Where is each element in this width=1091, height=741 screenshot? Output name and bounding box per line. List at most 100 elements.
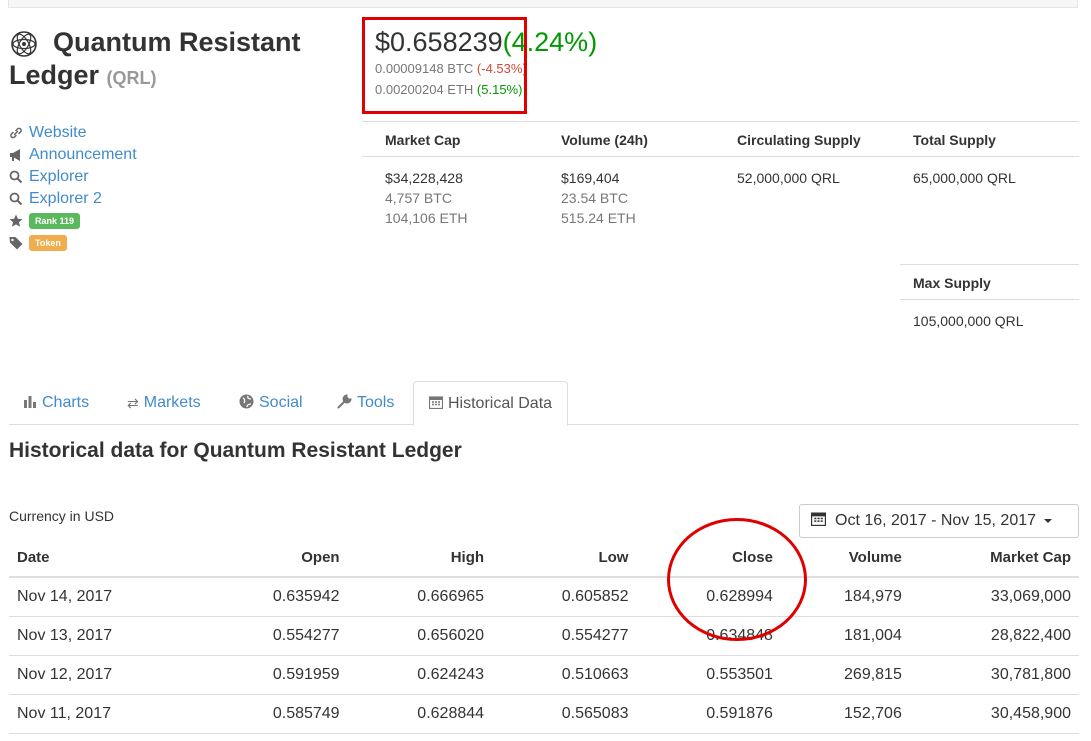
total-supply-value: 65,000,000 QRL	[913, 170, 1016, 186]
cell-high: 0.656020	[347, 616, 493, 656]
currency-label: Currency in USD	[9, 508, 115, 524]
stats-header-divider	[362, 156, 1079, 157]
market-cap-value: $34,228,428 4,757 BTC 104,106 ETH	[385, 168, 468, 228]
cell-low: 0.554277	[492, 616, 637, 656]
cell-close: 0.591876	[636, 694, 781, 734]
tag-row: Token	[9, 232, 137, 254]
calendar-icon	[810, 511, 827, 531]
cell-high: 0.666965	[347, 577, 493, 617]
website-link[interactable]: Website	[29, 124, 87, 142]
link-explorer-2[interactable]: Explorer 2	[9, 188, 137, 210]
table-row: Nov 13, 2017 0.554277 0.656020 0.554277 …	[9, 616, 1079, 656]
circulating-supply-label: Circulating Supply	[737, 132, 861, 148]
tag-icon	[9, 235, 29, 251]
exchange-icon: ⇄	[127, 394, 139, 411]
tab-markets[interactable]: ⇄ Markets	[112, 381, 216, 425]
volume-value: $169,404 23.54 BTC 515.24 ETH	[561, 168, 636, 228]
tab-historical-label: Historical Data	[448, 394, 553, 412]
tab-social[interactable]: Social	[224, 381, 318, 425]
cell-market-cap: 30,781,800	[909, 655, 1079, 695]
coin-symbol: (QRL)	[106, 68, 157, 88]
coin-name: Quantum Resistant Ledger (QRL)	[9, 26, 349, 95]
column-header-open[interactable]: Open	[203, 539, 348, 578]
cell-high: 0.624243	[347, 655, 493, 695]
cell-market-cap: 28,822,400	[909, 616, 1079, 656]
coin-tabs: Charts ⇄ Markets Social Tools Historical…	[9, 381, 1079, 426]
stats-top-divider	[362, 121, 1079, 122]
qrl-logo-icon	[11, 31, 37, 57]
volume-label: Volume (24h)	[561, 132, 648, 148]
table-row: Nov 12, 2017 0.591959 0.624243 0.510663 …	[9, 655, 1079, 695]
search-icon	[9, 191, 29, 207]
column-header-date[interactable]: Date	[9, 539, 204, 578]
historical-table: Date Open High Low Close Volume Market C…	[9, 539, 1079, 734]
market-cap-usd: $34,228,428	[385, 170, 463, 186]
tab-markets-label: Markets	[143, 394, 201, 411]
cell-volume: 269,815	[780, 655, 910, 695]
date-range-picker[interactable]: Oct 16, 2017 - Nov 15, 2017	[799, 504, 1079, 538]
date-range-text: Oct 16, 2017 - Nov 15, 2017	[835, 512, 1037, 529]
cell-open: 0.554277	[203, 616, 348, 656]
link-explorer[interactable]: Explorer	[9, 166, 137, 188]
annotation-ellipse	[667, 518, 807, 641]
market-cap-btc: 4,757 BTC	[385, 190, 452, 206]
search-icon	[9, 169, 29, 185]
calendar-icon	[428, 395, 444, 412]
link-icon	[9, 125, 29, 141]
market-cap-label: Market Cap	[385, 132, 461, 148]
bar-chart-icon	[24, 395, 37, 411]
token-badge: Token	[29, 235, 67, 251]
cell-date: Nov 14, 2017	[9, 577, 204, 617]
volume-usd: $169,404	[561, 170, 620, 186]
cell-low: 0.510663	[492, 655, 637, 695]
tab-historical-data[interactable]: Historical Data	[413, 381, 569, 426]
explorer-2-link[interactable]: Explorer 2	[29, 190, 102, 208]
coin-name-line2: Ledger	[9, 60, 100, 90]
tab-tools-label: Tools	[357, 394, 395, 411]
tab-tools[interactable]: Tools	[322, 381, 409, 425]
star-icon	[9, 213, 29, 229]
cell-market-cap: 30,458,900	[909, 694, 1079, 734]
megaphone-icon	[9, 147, 29, 163]
column-header-market-cap[interactable]: Market Cap	[909, 539, 1079, 578]
cell-low: 0.605852	[492, 577, 637, 617]
chevron-down-icon	[1044, 519, 1053, 523]
column-header-low[interactable]: Low	[492, 539, 637, 578]
announcement-link[interactable]: Announcement	[29, 146, 137, 164]
annotation-rectangle	[362, 17, 527, 114]
volume-eth: 515.24 ETH	[561, 210, 636, 226]
cell-date: Nov 11, 2017	[9, 694, 204, 734]
cell-open: 0.585749	[203, 694, 348, 734]
tab-charts[interactable]: Charts	[9, 381, 104, 425]
cell-date: Nov 13, 2017	[9, 616, 204, 656]
link-announcement[interactable]: Announcement	[9, 144, 137, 166]
table-row: Nov 14, 2017 0.635942 0.666965 0.605852 …	[9, 577, 1079, 617]
wrench-icon	[337, 394, 352, 412]
link-website[interactable]: Website	[9, 122, 137, 144]
cell-close: 0.553501	[636, 655, 781, 695]
historical-title: Historical data for Quantum Resistant Le…	[9, 439, 462, 462]
coin-name-line1: Quantum Resistant	[53, 27, 301, 57]
total-supply-label: Total Supply	[913, 132, 996, 148]
top-bar	[8, 0, 1078, 8]
volume-btc: 23.54 BTC	[561, 190, 628, 206]
tab-social-label: Social	[259, 394, 303, 411]
globe-icon	[239, 394, 254, 412]
max-supply-header-divider	[900, 299, 1079, 300]
cell-volume: 181,004	[780, 616, 910, 656]
max-supply-value: 105,000,000 QRL	[913, 313, 1024, 329]
coin-header: Quantum Resistant Ledger (QRL)	[9, 26, 349, 95]
cell-volume: 152,706	[780, 694, 910, 734]
market-cap-eth: 104,106 ETH	[385, 210, 468, 226]
coin-links: Website Announcement Explorer Explorer 2…	[9, 122, 137, 254]
table-header-row: Date Open High Low Close Volume Market C…	[9, 539, 1079, 578]
table-row: Nov 11, 2017 0.585749 0.628844 0.565083 …	[9, 694, 1079, 734]
cell-open: 0.635942	[203, 577, 348, 617]
max-supply-top-divider	[900, 264, 1079, 265]
explorer-link[interactable]: Explorer	[29, 168, 89, 186]
cell-market-cap: 33,069,000	[909, 577, 1079, 617]
rank-badge: Rank 119	[29, 213, 81, 229]
cell-low: 0.565083	[492, 694, 637, 734]
circulating-supply-value: 52,000,000 QRL	[737, 170, 840, 186]
column-header-high[interactable]: High	[347, 539, 493, 578]
